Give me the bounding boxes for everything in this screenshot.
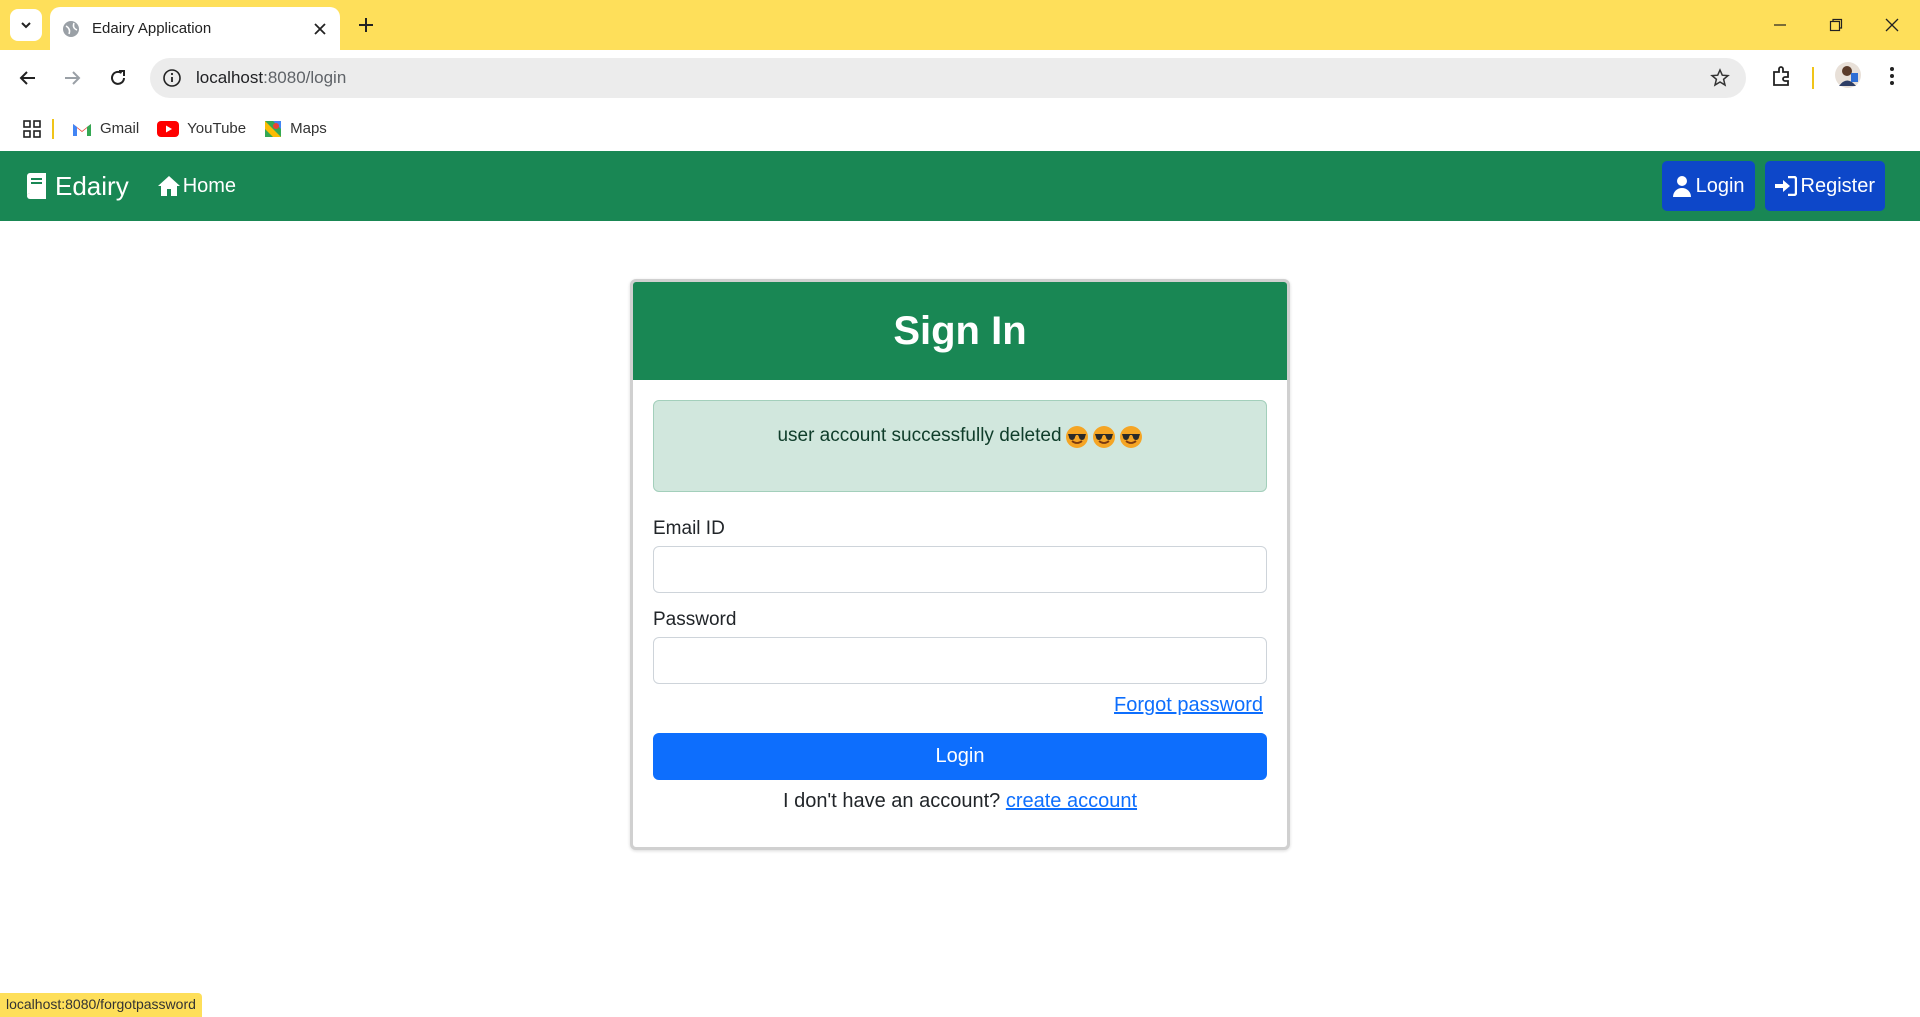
url-path: :8080/login bbox=[263, 68, 347, 87]
star-icon[interactable] bbox=[1710, 68, 1730, 88]
bookmark-youtube[interactable]: YouTube bbox=[157, 120, 246, 137]
book-icon bbox=[27, 173, 46, 199]
address-bar[interactable]: localhost:8080/login bbox=[150, 58, 1746, 98]
app-navbar: Edairy Home Login Register bbox=[0, 151, 1920, 221]
url-host: localhost bbox=[196, 68, 264, 87]
alert-emojis bbox=[1062, 425, 1143, 449]
password-label: Password bbox=[653, 609, 737, 630]
browser-toolbar: localhost:8080/login bbox=[0, 50, 1920, 106]
success-alert: user account successfully deleted bbox=[653, 400, 1267, 492]
gmail-icon bbox=[73, 123, 91, 136]
new-tab-button[interactable] bbox=[354, 13, 378, 37]
nav-register-label: Register bbox=[1800, 174, 1875, 197]
card-header: Sign In bbox=[633, 282, 1287, 380]
brand-link[interactable]: Edairy bbox=[25, 171, 129, 202]
bookmark-separator bbox=[52, 118, 54, 139]
apps-grid-icon[interactable] bbox=[22, 119, 42, 139]
tab-search-button[interactable] bbox=[10, 9, 42, 41]
email-label: Email ID bbox=[653, 518, 725, 539]
extensions-button[interactable] bbox=[1770, 64, 1794, 93]
nav-home-link[interactable]: Home bbox=[157, 175, 236, 198]
brand-name: Edairy bbox=[55, 170, 129, 201]
browser-tab[interactable]: Edairy Application bbox=[50, 7, 340, 50]
sunglasses-emoji-icon bbox=[1065, 426, 1088, 448]
profile-avatar[interactable] bbox=[1834, 61, 1862, 94]
window-close-button[interactable] bbox=[1864, 0, 1920, 50]
globe-icon bbox=[63, 20, 79, 37]
bookmarks-bar: Gmail YouTube Maps bbox=[0, 106, 1920, 151]
bookmark-label: Gmail bbox=[100, 120, 140, 137]
browser-tab-bar: Edairy Application bbox=[0, 0, 1920, 50]
create-account-link[interactable]: create account bbox=[1006, 790, 1137, 812]
sign-in-icon bbox=[1774, 176, 1797, 196]
bookmark-label: Maps bbox=[290, 120, 327, 137]
nav-login-label: Login bbox=[1695, 174, 1745, 197]
bookmark-maps[interactable]: Maps bbox=[264, 120, 327, 138]
minimize-button[interactable] bbox=[1752, 0, 1808, 50]
avatar-icon bbox=[1835, 62, 1861, 88]
login-button[interactable]: Login bbox=[653, 733, 1267, 780]
forgot-password-link[interactable]: Forgot password bbox=[1114, 694, 1263, 716]
close-icon bbox=[1885, 18, 1899, 32]
youtube-icon bbox=[157, 120, 180, 137]
info-icon[interactable] bbox=[162, 68, 182, 88]
password-input[interactable] bbox=[653, 637, 1267, 684]
browser-menu-button[interactable] bbox=[1882, 64, 1902, 93]
arrow-left-icon bbox=[19, 71, 35, 85]
arrow-right-icon bbox=[65, 71, 81, 85]
sunglasses-emoji-icon bbox=[1119, 426, 1142, 448]
bookmark-gmail[interactable]: Gmail bbox=[72, 120, 139, 137]
signin-card: Sign In user account successfully delete… bbox=[630, 279, 1290, 850]
minimize-icon bbox=[1774, 24, 1786, 26]
nav-register-button[interactable]: Register bbox=[1764, 161, 1885, 211]
plus-icon bbox=[359, 18, 373, 32]
reload-icon bbox=[111, 70, 125, 85]
reload-button[interactable] bbox=[104, 64, 132, 92]
no-account-text: I don't have an account? bbox=[782, 790, 1001, 812]
home-icon bbox=[157, 176, 180, 196]
url-text: localhost:8080/login bbox=[196, 68, 346, 88]
restore-button[interactable] bbox=[1808, 0, 1864, 50]
email-input[interactable] bbox=[653, 546, 1267, 593]
chevron-down-icon bbox=[21, 22, 31, 29]
close-icon[interactable] bbox=[312, 21, 328, 37]
puzzle-icon bbox=[1773, 66, 1789, 86]
tab-title: Edairy Application bbox=[92, 20, 212, 37]
restore-icon bbox=[1829, 18, 1843, 32]
user-icon bbox=[1672, 176, 1691, 197]
status-bar-url: localhost:8080/forgotpassword bbox=[0, 993, 202, 1017]
more-vertical-icon bbox=[1890, 67, 1894, 85]
toolbar-divider bbox=[1812, 67, 1814, 89]
nav-login-button[interactable]: Login bbox=[1661, 161, 1755, 211]
create-account-row: I don't have an account? create account bbox=[653, 790, 1267, 813]
sunglasses-emoji-icon bbox=[1092, 426, 1115, 448]
alert-message: user account successfully deleted bbox=[777, 425, 1062, 446]
nav-home-label: Home bbox=[182, 174, 237, 197]
maps-icon bbox=[265, 120, 282, 137]
forward-button[interactable] bbox=[58, 64, 86, 92]
back-button[interactable] bbox=[14, 64, 42, 92]
bookmark-label: YouTube bbox=[187, 120, 247, 137]
signin-title: Sign In bbox=[893, 308, 1027, 353]
